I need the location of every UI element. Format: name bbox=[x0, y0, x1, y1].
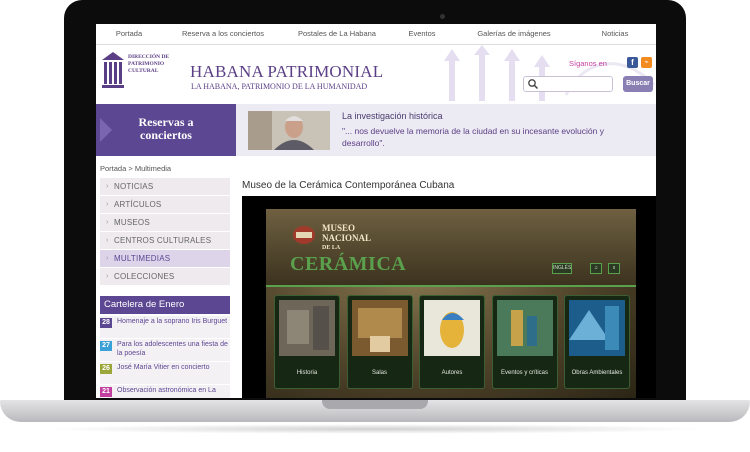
tile-obras[interactable]: Obras Ambientales bbox=[564, 295, 630, 389]
logo-line-3: CULTURAL bbox=[128, 68, 159, 74]
site-header: DIRECCIÓN DE PATRIMONIO CULTURAL HABANA … bbox=[96, 45, 656, 101]
tile-label: Obras Ambientales bbox=[571, 370, 623, 376]
bullet-icon: › bbox=[106, 255, 109, 262]
tile-label: Salas bbox=[371, 370, 387, 376]
page-title: Museo de la Cerámica Contemporánea Cuban… bbox=[242, 180, 455, 191]
event-item[interactable]: 28 Homenaje a la soprano Iris Burguet bbox=[100, 316, 230, 338]
event-day: 26 bbox=[100, 364, 112, 374]
camera-icon bbox=[440, 14, 445, 19]
top-nav: Portada Reserva a los conciertos Postale… bbox=[96, 24, 656, 45]
salas-image bbox=[351, 300, 408, 356]
tile-historia[interactable]: Historia bbox=[274, 295, 340, 389]
event-day: 28 bbox=[100, 318, 112, 328]
nav-postales[interactable]: Postales de La Habana bbox=[284, 24, 390, 44]
browser-screen: Portada Reserva a los conciertos Postale… bbox=[96, 24, 656, 398]
event-text: Homenaje a la soprano Iris Burguet bbox=[117, 318, 228, 325]
menu-item-noticias[interactable]: › NOTICIAS bbox=[100, 178, 230, 196]
portrait-photo bbox=[248, 111, 330, 150]
event-day: 27 bbox=[100, 341, 112, 351]
bullet-icon: › bbox=[106, 219, 109, 226]
bullet-icon: › bbox=[106, 273, 109, 280]
divider bbox=[266, 285, 636, 287]
museum-line-2: NACIONAL bbox=[322, 233, 372, 243]
logo-line-1: DIRECCIÓN DE bbox=[128, 54, 170, 60]
eventos-image bbox=[496, 300, 553, 356]
nav-galerias[interactable]: Galerías de imágenes bbox=[454, 24, 574, 44]
menu-item-centros[interactable]: › CENTROS CULTURALES bbox=[100, 232, 230, 250]
rss-icon[interactable]: ⌁ bbox=[641, 57, 652, 68]
cartelera-title: Cartelera de Enero bbox=[100, 296, 230, 314]
museum-line-1: MUSEO bbox=[322, 223, 356, 233]
menu-item-museos[interactable]: › MUSEOS bbox=[100, 214, 230, 232]
museum-name: MUSEO NACIONAL DE LA bbox=[322, 223, 371, 253]
tile-label: Historia bbox=[296, 370, 318, 376]
quote-text: "... nos devuelve la memoria de la ciuda… bbox=[342, 126, 604, 148]
cartelera-title-text: Cartelera de Enero bbox=[104, 299, 185, 310]
reservas-label: Reservas a conciertos bbox=[96, 116, 236, 142]
search-icon bbox=[528, 79, 539, 90]
logo-icon bbox=[102, 52, 124, 88]
nav-eventos[interactable]: Eventos bbox=[390, 24, 454, 44]
obras-image bbox=[569, 300, 625, 356]
historia-image bbox=[279, 300, 335, 356]
site-title[interactable]: HABANA PATRIMONIAL bbox=[190, 62, 383, 82]
search-input[interactable] bbox=[542, 78, 612, 91]
menu-item-label: ARTÍCULOS bbox=[114, 200, 162, 209]
nav-noticias[interactable]: Noticias bbox=[574, 24, 656, 44]
tile-label: Autores bbox=[441, 370, 463, 376]
logo-line-2: PATRIMONIO bbox=[128, 61, 165, 67]
header-decoration bbox=[444, 45, 656, 101]
site-subtitle: LA HABANA, PATRIMONIO DE LA HUMANIDAD bbox=[191, 82, 368, 91]
museum-logo-icon bbox=[293, 226, 315, 244]
event-text: Para los adolescentes una fiesta de la p… bbox=[117, 341, 228, 357]
multimedia-frame: MUSEO NACIONAL DE LA CERÁMICA INGLÉS ♫ x… bbox=[266, 209, 636, 398]
event-item[interactable]: 26 José María Vitier en concierto bbox=[100, 362, 230, 384]
event-text: José María Vitier en concierto bbox=[117, 364, 210, 371]
nav-reserva[interactable]: Reserva a los conciertos bbox=[162, 24, 284, 44]
multimedia-player[interactable]: MUSEO NACIONAL DE LA CERÁMICA INGLÉS ♫ x… bbox=[242, 196, 656, 398]
autores-image bbox=[424, 300, 480, 356]
event-item[interactable]: 27 Para los adolescentes una fiesta de l… bbox=[100, 339, 230, 361]
event-item[interactable]: 21 Observación astronómica en La bbox=[100, 385, 230, 398]
feature-banner: Reservas a conciertos La investigación h… bbox=[96, 104, 656, 156]
bullet-icon: › bbox=[106, 183, 109, 190]
reservas-line-2: conciertos bbox=[140, 128, 192, 142]
menu-item-label: CENTROS CULTURALES bbox=[114, 236, 212, 245]
language-button[interactable]: INGLÉS bbox=[552, 263, 572, 274]
menu-item-articulos[interactable]: › ARTÍCULOS bbox=[100, 196, 230, 214]
menu-item-colecciones[interactable]: › COLECCIONES bbox=[100, 268, 230, 286]
ceramica-title: CERÁMICA bbox=[290, 253, 407, 275]
tile-salas[interactable]: Salas bbox=[346, 295, 413, 389]
event-day: 21 bbox=[100, 387, 112, 397]
logo-text: DIRECCIÓN DE PATRIMONIO CULTURAL bbox=[128, 54, 169, 75]
tile-label: Eventos y críticas bbox=[500, 370, 548, 376]
sound-icon[interactable]: ♫ bbox=[590, 263, 602, 274]
bullet-icon: › bbox=[106, 237, 109, 244]
reservas-button[interactable]: Reservas a conciertos bbox=[96, 104, 236, 156]
follow-label: Síganos en bbox=[569, 59, 607, 68]
nav-portada[interactable]: Portada bbox=[96, 24, 162, 44]
museum-line-3: DE LA bbox=[322, 245, 341, 251]
search-button[interactable]: Buscar bbox=[623, 76, 653, 92]
laptop-notch bbox=[322, 400, 428, 409]
bullet-icon: › bbox=[106, 201, 109, 208]
menu-item-label: NOTICIAS bbox=[114, 182, 154, 191]
event-text: Observación astronómica en La bbox=[117, 387, 216, 394]
menu-item-label: MULTIMEDIAS bbox=[114, 254, 171, 263]
facebook-icon[interactable]: f bbox=[627, 57, 638, 68]
tile-row: Historia Salas Autores Eventos y crítica… bbox=[274, 295, 630, 395]
menu-item-multimedias[interactable]: › MULTIMEDIAS bbox=[100, 250, 230, 268]
tile-autores[interactable]: Autores bbox=[419, 295, 485, 389]
tile-eventos[interactable]: Eventos y críticas bbox=[491, 295, 558, 389]
laptop-shadow bbox=[40, 424, 710, 434]
close-icon[interactable]: x bbox=[608, 263, 620, 274]
search-box bbox=[523, 76, 613, 92]
event-list: 28 Homenaje a la soprano Iris Burguet 27… bbox=[100, 316, 230, 398]
side-menu: › NOTICIAS › ARTÍCULOS › MUSEOS › CENTROS CU… bbox=[100, 178, 230, 286]
menu-item-label: COLECCIONES bbox=[114, 272, 175, 281]
breadcrumb: Portada > Multimedia bbox=[100, 164, 172, 173]
menu-item-label: MUSEOS bbox=[114, 218, 150, 227]
quote-title: La investigación histórica bbox=[342, 111, 443, 121]
